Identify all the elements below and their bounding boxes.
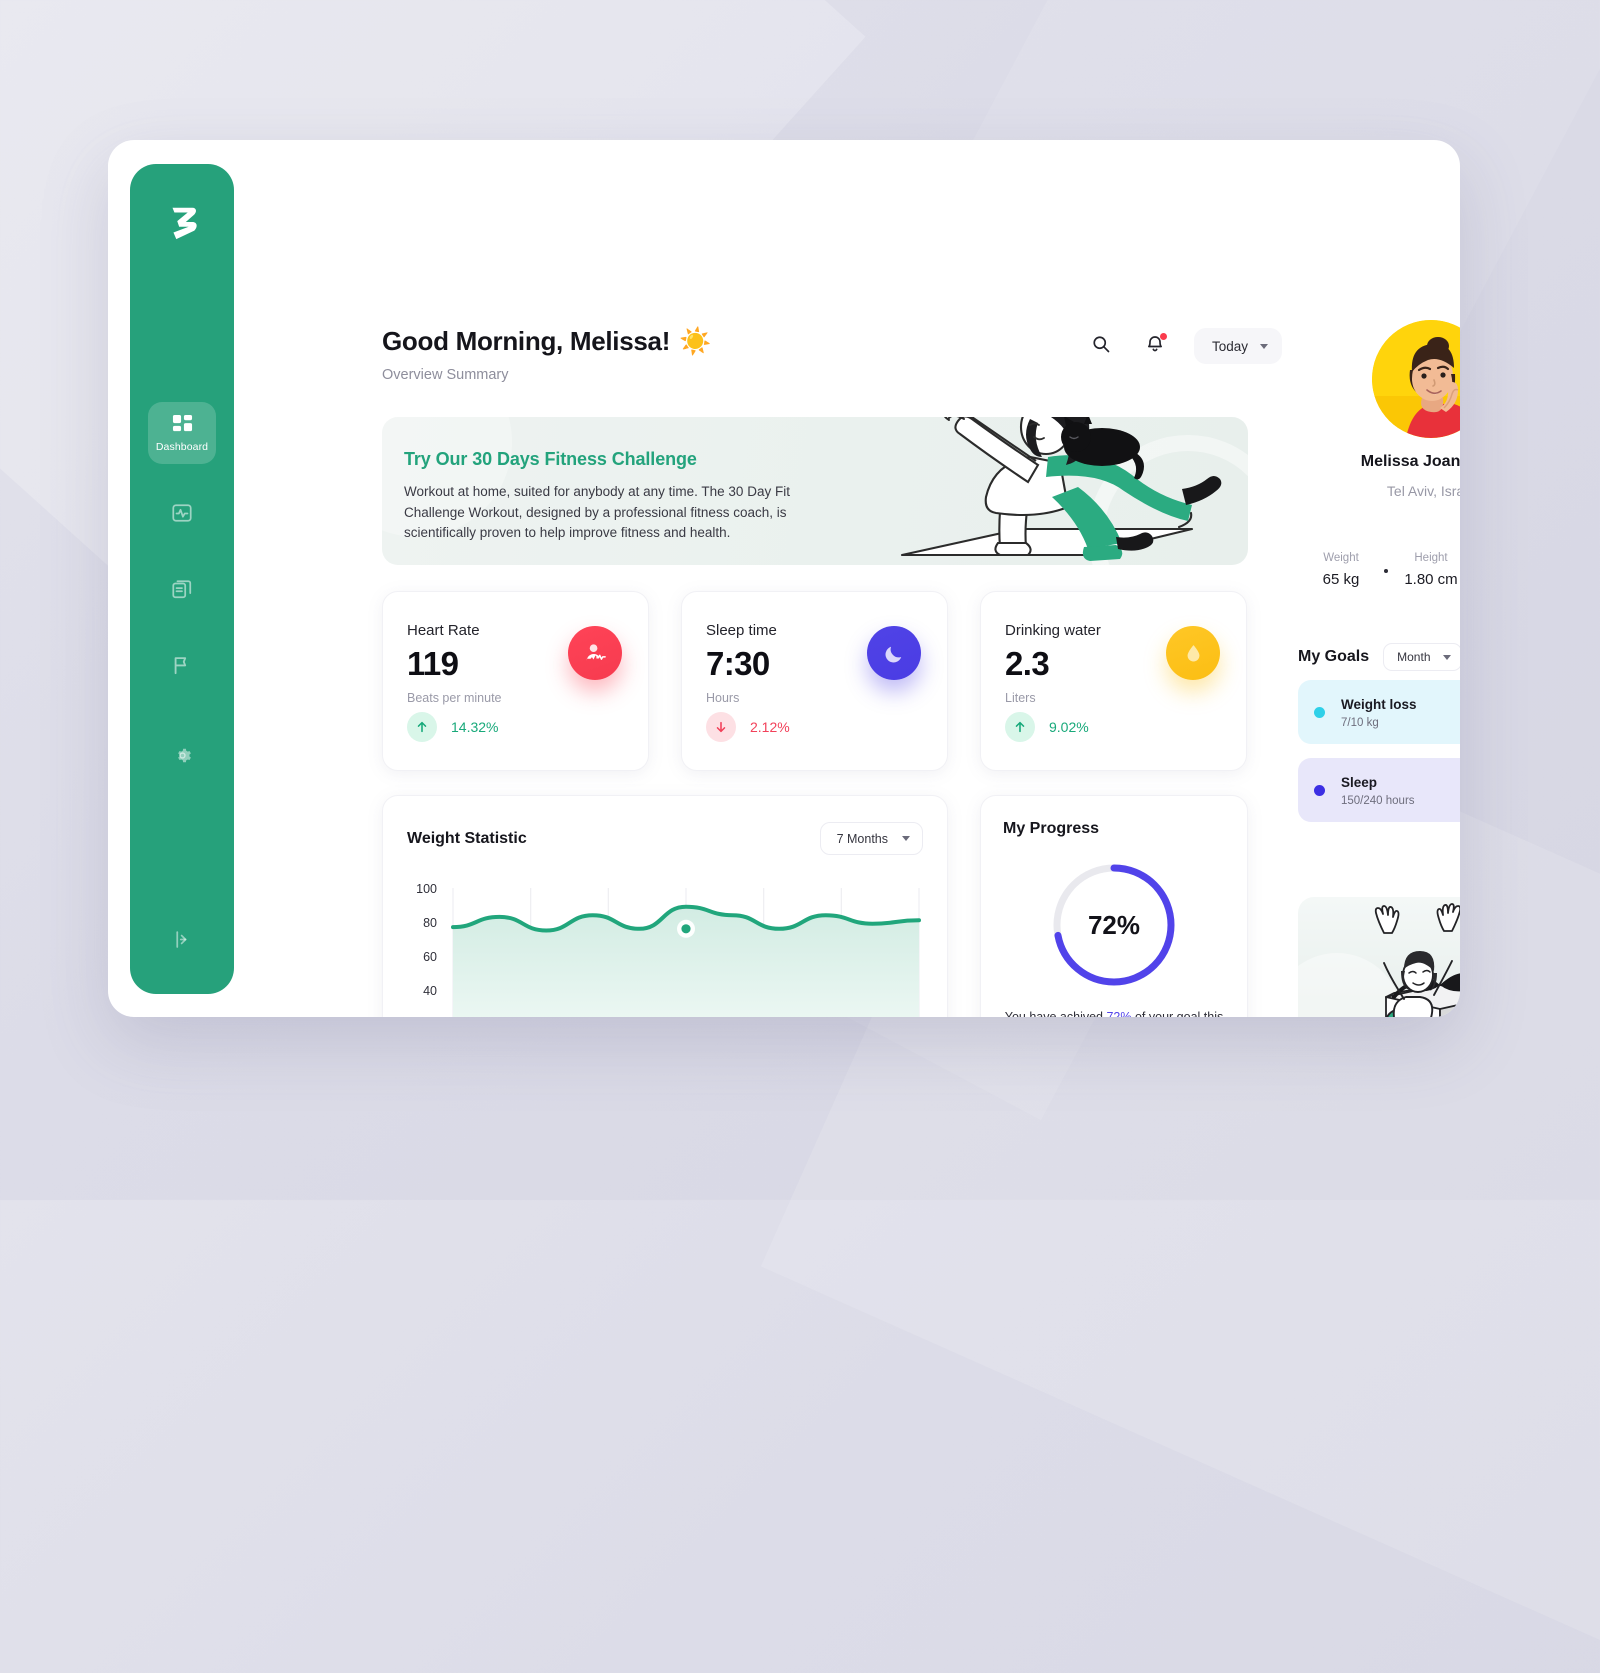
banner-text: Try Our 30 Days Fitness Challenge Workou…: [404, 449, 844, 544]
profile-location: Tel Aviv, Israel: [1386, 483, 1460, 499]
search-button[interactable]: [1086, 331, 1116, 361]
chart-header: Weight Statistic 7 Months: [407, 822, 923, 855]
stat-trend-value: 14.32%: [451, 719, 499, 735]
vital-value: 1.80 cm: [1404, 571, 1458, 588]
stat-trend: 2.12%: [706, 712, 790, 742]
header-tools: Today: [1086, 328, 1283, 364]
stat-card-sleep-time[interactable]: Sleep time 7:30 Hours 2.12%: [681, 591, 948, 771]
page-subtitle: Overview Summary: [382, 367, 509, 383]
progress-ring: 72%: [1049, 860, 1179, 990]
arrow-up-icon: [407, 712, 437, 742]
banner-title: Try Our 30 Days Fitness Challenge: [404, 449, 697, 469]
sun-icon: ☀️: [679, 326, 712, 356]
progress-caption: You have achived 72% of your goal this m…: [1003, 1008, 1225, 1017]
goals-title: My Goals: [1298, 648, 1370, 665]
svg-text:80: 80: [423, 916, 437, 930]
goal-sub: 150/240 hours: [1341, 794, 1415, 807]
goal-color-dot: [1314, 784, 1325, 796]
chart-range-value: 7 Months: [836, 831, 888, 846]
become-a-pro-card[interactable]: Become a Pro Become a pro and unlock mor…: [1298, 897, 1460, 1017]
gear-icon: [171, 744, 193, 766]
user-avatar-photo[interactable]: [1372, 320, 1460, 438]
profile-name: Melissa Joan Gold: [1360, 453, 1460, 470]
stat-trend-value: 2.12%: [750, 719, 790, 735]
goal-text: Weight loss 7/10 kg: [1341, 696, 1460, 729]
fitness-challenge-banner[interactable]: Try Our 30 Days Fitness Challenge Workou…: [382, 417, 1248, 565]
stat-trend: 9.02%: [1005, 712, 1089, 742]
grid-dashboard-icon: [171, 414, 193, 436]
fitness-app-logo[interactable]: [159, 200, 205, 246]
chevron-down-icon: [902, 836, 910, 841]
goal-name: Sleep: [1341, 774, 1378, 790]
goals-period-value: Month: [1397, 650, 1431, 664]
stat-trend: 14.32%: [407, 712, 498, 742]
stat-unit: Liters: [1005, 691, 1036, 705]
page-title: Good Morning, Melissa! ☀️: [382, 326, 711, 357]
search-icon: [1091, 334, 1111, 359]
vital-value: 65 kg: [1322, 571, 1360, 588]
goals-header: My Goals Month See all: [1298, 643, 1460, 671]
activity-pulse-icon: [171, 502, 193, 524]
greeting-block: Good Morning, Melissa! ☀️ Overview Summa…: [382, 326, 711, 383]
stat-unit: Beats per minute: [407, 691, 502, 705]
sidebar: Dashboard: [130, 164, 234, 994]
caption-highlight: 72%: [1106, 1010, 1132, 1017]
vital-weight: Weight 65 kg: [1298, 552, 1384, 588]
sidebar-nav: Dashboard: [148, 402, 216, 782]
water-drop-icon: [1166, 626, 1220, 680]
stat-unit: Hours: [706, 691, 740, 705]
caption-before: You have achived: [1004, 1010, 1107, 1017]
logout-icon: [171, 928, 193, 950]
progress-title: My Progress: [1003, 820, 1100, 837]
sidebar-item-settings[interactable]: [148, 728, 216, 782]
moon-icon: [867, 626, 921, 680]
goal-item-weight-loss[interactable]: Weight loss 7/10 kg: [1298, 680, 1460, 744]
sidebar-item-dashboard[interactable]: Dashboard: [148, 402, 216, 464]
stat-cards: Heart Rate 119 Beats per minute 14.32% S…: [382, 591, 1248, 771]
svg-text:100: 100: [416, 882, 437, 896]
goal-sub: 7/10 kg: [1341, 716, 1379, 729]
sidebar-item-activity[interactable]: [148, 486, 216, 540]
vital-label: Height: [1414, 552, 1448, 564]
chart-range-dropdown[interactable]: 7 Months: [819, 822, 923, 855]
sidebar-item-logout[interactable]: [148, 912, 216, 966]
progress-percent: 72%: [1087, 909, 1141, 940]
my-progress-card: My Progress 72% You have achived 72% of …: [980, 795, 1248, 1017]
sidebar-item-label: Dashboard: [155, 440, 209, 453]
stat-trend-value: 9.02%: [1049, 719, 1089, 735]
stat-card-heart-rate[interactable]: Heart Rate 119 Beats per minute 14.32%: [382, 591, 649, 771]
heart-rate-person-icon: [568, 626, 622, 680]
woman-yoga-pose-with-cat-illustration: [784, 417, 1248, 565]
greeting-text: Good Morning, Melissa!: [382, 326, 671, 356]
svg-text:40: 40: [423, 984, 437, 998]
sidebar-item-documents[interactable]: [148, 562, 216, 616]
goals-period-dropdown[interactable]: Month: [1383, 643, 1460, 671]
banner-body: Workout at home, suited for anybody at a…: [404, 484, 790, 541]
profile-vitals: Weight 65 kg Height 1.80 cm Age 30: [1298, 552, 1460, 588]
vital-height: Height 1.80 cm: [1388, 552, 1460, 588]
goal-name: Weight loss: [1341, 696, 1417, 712]
arrow-up-icon: [1005, 712, 1035, 742]
chart-title: Weight Statistic: [407, 829, 527, 847]
stat-card-drinking-water[interactable]: Drinking water 2.3 Liters 9.02%: [980, 591, 1247, 771]
woman-celebrating-on-gift-box-illustration: [1324, 897, 1460, 1017]
weight-line-chart[interactable]: 020406080100JanFebMarAprMayJunJul: [407, 878, 927, 1017]
period-filter-dropdown[interactable]: Today: [1194, 328, 1283, 364]
notifications-button[interactable]: [1140, 331, 1170, 361]
goal-text: Sleep 150/240 hours: [1341, 774, 1460, 807]
arrow-down-icon: [706, 712, 736, 742]
flag-icon: [171, 654, 193, 676]
documents-icon: [171, 578, 193, 600]
dashboard-window: Dashboard Good Morning, Melissa! ☀️ Over…: [108, 140, 1460, 1017]
sidebar-item-flag[interactable]: [148, 638, 216, 692]
notification-badge: [1160, 333, 1167, 340]
goal-item-sleep[interactable]: Sleep 150/240 hours: [1298, 758, 1460, 822]
chevron-down-icon: [1442, 654, 1451, 660]
chevron-down-icon: [1260, 343, 1269, 349]
weight-statistic-card: Weight Statistic 7 Months 020406080100Ja…: [382, 795, 948, 1017]
svg-text:60: 60: [423, 950, 437, 964]
goal-color-dot: [1314, 706, 1325, 718]
vital-label: Weight: [1323, 552, 1359, 564]
period-filter-value: Today: [1212, 338, 1249, 354]
